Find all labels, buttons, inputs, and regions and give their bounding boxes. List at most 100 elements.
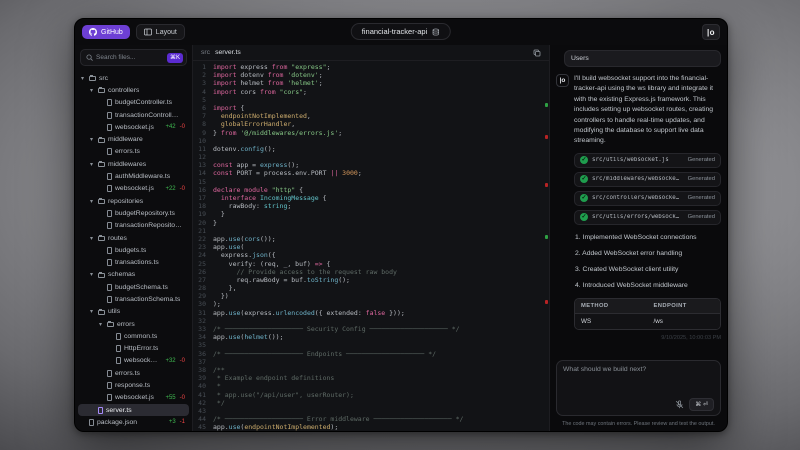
generated-file-chip[interactable]: ✓ src/middlewares/websocke… Generated: [574, 171, 721, 187]
tree-item-label: common.ts: [124, 332, 158, 340]
code-line: 31 app.use(express.urlencoded({ extended:…: [193, 309, 549, 317]
line-number: 30: [198, 300, 206, 309]
code-text: const PORT = process.env.PORT || 3000;: [213, 169, 362, 178]
code-line: 36 /* ──────────────────── Endpoints ────…: [193, 350, 549, 358]
diff-additions: +55: [165, 394, 176, 401]
diff-additions: +32: [165, 357, 176, 364]
line-number: 25: [198, 259, 206, 268]
tree-item-label: schemas: [108, 271, 136, 279]
github-button[interactable]: GitHub: [82, 25, 130, 39]
tree-item-transactionRepository.ts[interactable]: ▾transactionRepository.ts: [78, 220, 189, 232]
code-line: 4 import cors from "cors";: [193, 88, 549, 96]
tree-item-websocket.js[interactable]: ▾websocket.js+32-0: [78, 355, 189, 367]
tree-item-transactionController.ts[interactable]: ▾transactionController.ts: [78, 109, 189, 121]
tree-item-middleware[interactable]: ▾ middleware: [78, 133, 189, 145]
tree-item-budgetSchema.ts[interactable]: ▾budgetSchema.ts: [78, 281, 189, 293]
code-text: globalErrorHandler,: [213, 120, 296, 129]
tree-item-websocket.js[interactable]: ▾websocket.js+42-0: [78, 121, 189, 133]
line-number: 40: [198, 382, 206, 391]
top-bar: GitHub Layout financial-tracker-api |o: [75, 19, 727, 45]
tree-item-label: budgetRepository.ts: [115, 209, 175, 217]
tree-item-common.ts[interactable]: ▾common.ts: [78, 330, 189, 342]
code-line: 13 const app = express();: [193, 161, 549, 169]
step-item: 1. Implemented WebSocket connections: [575, 233, 697, 241]
tree-item-errors.ts[interactable]: ▾errors.ts: [78, 146, 189, 158]
prompt-input[interactable]: [563, 366, 714, 398]
send-button[interactable]: ⌘ ⏎: [689, 398, 714, 411]
file-icon: [107, 369, 112, 377]
tree-item-routes[interactable]: ▾ routes: [78, 232, 189, 244]
tree-item-schemas[interactable]: ▾ schemas: [78, 269, 189, 281]
tree-item-HttpError.ts[interactable]: ▾HttpError.ts: [78, 343, 189, 355]
file-path: src/middlewares/websocke…: [592, 176, 680, 183]
code-line: 34 app.use(helmet());: [193, 333, 549, 341]
chevron-down-icon: ▾: [90, 309, 94, 316]
line-number: 31: [198, 308, 206, 317]
tree-item-budgetRepository.ts[interactable]: ▾budgetRepository.ts: [78, 207, 189, 219]
tree-item-label: utils: [108, 308, 121, 316]
code-text: /* ──────────────────── Endpoints ──────…: [213, 349, 437, 358]
tree-item-label: websocket.js: [115, 185, 154, 193]
tree-item-utils[interactable]: ▾ utils: [78, 306, 189, 318]
code-text: );: [213, 300, 221, 309]
breadcrumb-file[interactable]: server.ts: [215, 49, 241, 56]
tree-item-transactions.ts[interactable]: ▾transactions.ts: [78, 256, 189, 268]
tree-item-budgets.ts[interactable]: ▾budgets.ts: [78, 244, 189, 256]
tree-item-budgetController.ts[interactable]: ▾budgetController.ts: [78, 97, 189, 109]
tree-item-websocket.js[interactable]: ▾websocket.js+22-0: [78, 183, 189, 195]
code-text: }: [213, 218, 217, 227]
code-line: 23 app.use(: [193, 243, 549, 251]
editor-tab-bar: src server.ts: [193, 45, 549, 61]
code-line: 15: [193, 178, 549, 186]
file-icon: [107, 173, 112, 181]
tree-item-middlewares[interactable]: ▾ middlewares: [78, 158, 189, 170]
code-line: 35: [193, 341, 549, 349]
code-line: 25 verify: (req, _, buf) => {: [193, 260, 549, 268]
code-line: 44 /* ──────────────────── Error middlewa…: [193, 415, 549, 423]
tree-item-label: middlewares: [108, 160, 147, 168]
folder-icon: [98, 198, 105, 205]
code-text: import dotenv from 'dotenv';: [213, 71, 323, 80]
tree-item-authMiddleware.ts[interactable]: ▾authMiddleware.ts: [78, 170, 189, 182]
step-item: 2. Added WebSocket error handling: [575, 249, 683, 257]
code-text: import helmet from 'helmet';: [213, 79, 323, 88]
mic-button[interactable]: [675, 400, 684, 409]
tree-item-websocket.js[interactable]: ▾websocket.js+55-0: [78, 392, 189, 404]
code-area[interactable]: 1 import express from "express"; 2 import d…: [193, 61, 549, 431]
prompt-box[interactable]: ⌘ ⏎: [556, 360, 721, 416]
file-icon: [107, 209, 112, 217]
line-number: 33: [198, 325, 206, 333]
tree-item-errors.ts[interactable]: ▾errors.ts: [78, 367, 189, 379]
tree-item-package.json[interactable]: ▾package.json+3-1: [78, 416, 189, 428]
code-text: * Example endpoint definitions: [213, 374, 335, 383]
tree-item-src[interactable]: ▾ src: [78, 72, 189, 84]
mic-icon: [676, 400, 684, 409]
code-line: 19 }: [193, 210, 549, 218]
table-row: WS/ws: [575, 313, 720, 329]
code-text: declare module "http" {: [213, 185, 304, 194]
file-search[interactable]: ⌘K: [80, 49, 187, 66]
tree-item-controllers[interactable]: ▾ controllers: [78, 84, 189, 96]
layout-button[interactable]: Layout: [135, 24, 185, 40]
tree-item-server.ts[interactable]: ▾server.ts: [78, 404, 189, 417]
generated-file-chip[interactable]: ✓ src/controllers/websocke… Generated: [574, 190, 721, 206]
github-button-label: GitHub: [101, 28, 123, 36]
code-line: 26 // Provide access to the request raw …: [193, 268, 549, 276]
chevron-down-icon: ▾: [90, 161, 94, 168]
copy-file-button[interactable]: [533, 49, 541, 57]
tree-item-errors[interactable]: ▾ errors: [78, 318, 189, 330]
generated-file-chip[interactable]: ✓ src/utils/websocket.js Generated: [574, 152, 721, 168]
line-number: 28: [198, 284, 206, 293]
tree-item-transactionSchema.ts[interactable]: ▾transactionSchema.ts: [78, 293, 189, 305]
tree-item-label: server.ts: [106, 406, 132, 414]
generated-file-chip[interactable]: ✓ src/utils/errors/websock… Generated: [574, 209, 721, 225]
file-path: src/utils/errors/websock…: [592, 214, 680, 221]
chevron-down-icon: ▾: [90, 235, 94, 242]
tree-item-response.ts[interactable]: ▾response.ts: [78, 379, 189, 391]
tree-item-repositories[interactable]: ▾ repositories: [78, 195, 189, 207]
project-selector[interactable]: financial-tracker-api: [350, 23, 452, 40]
line-number: 32: [198, 316, 206, 325]
search-input[interactable]: [96, 54, 164, 61]
line-number: 6: [202, 103, 206, 112]
line-number: 20: [198, 218, 206, 227]
